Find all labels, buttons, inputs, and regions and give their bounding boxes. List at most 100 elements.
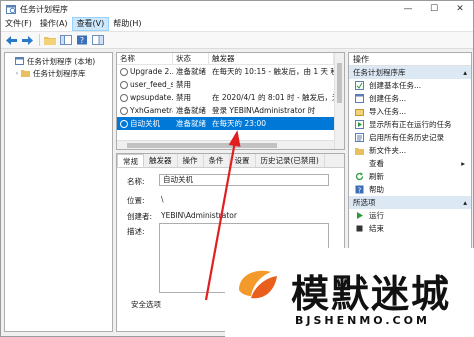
action-create-task[interactable]: 创建任务... [349, 92, 471, 105]
show-running-tasks-icon [355, 120, 364, 129]
menu-action[interactable]: 操作(A) [36, 17, 72, 31]
action-refresh[interactable]: 刷新 [349, 170, 471, 183]
title-bar[interactable]: 任务计划程序 — ☐ ✕ [1, 1, 473, 17]
actions-section-library[interactable]: 任务计划程序库 ▴ [349, 66, 471, 79]
task-scheduler-app-icon [6, 4, 16, 14]
actions-section-selected[interactable]: 所选项 ▴ [349, 196, 471, 209]
collapse-icon[interactable]: ▴ [463, 66, 467, 79]
task-name: Upgrade 2... [130, 67, 173, 76]
import-task-icon [355, 107, 364, 116]
action-label: 启用所有任务历史记录 [369, 133, 444, 142]
action-new-folder[interactable]: 新文件夹... [349, 144, 471, 157]
navigation-tree-pane: 任务计划程序 (本地) › 任务计划程序库 [4, 52, 113, 332]
scrollbar-thumb[interactable] [127, 143, 277, 148]
console-tree-icon[interactable] [59, 34, 73, 47]
actions-header: 操作 [349, 53, 471, 66]
menu-file[interactable]: 文件(F) [1, 17, 36, 31]
create-task-icon [355, 94, 364, 103]
column-header-status[interactable]: 状态 [173, 53, 209, 64]
action-enable-history[interactable]: 启用所有任务历史记录 [349, 131, 471, 144]
task-trigger: 在每天的 10:15 - 触发后，由 1 天 秒 [212, 67, 334, 76]
run-icon [355, 211, 364, 220]
properties-pane-icon[interactable] [91, 34, 105, 47]
column-header-name[interactable]: 名称 [117, 53, 173, 64]
watermark-subtitle: BJSHENMO.COM [295, 314, 430, 327]
task-trigger: 登录 YEBIN\Administrator 时 [212, 106, 316, 115]
tree-expand-arrow[interactable]: › [13, 70, 21, 77]
toolbar: ? [1, 32, 473, 49]
forward-arrow-icon[interactable] [20, 34, 34, 47]
name-field[interactable]: 自动关机 [159, 174, 329, 186]
tree-item-local-label: 任务计划程序 (本地) [27, 56, 96, 66]
task-name: user_feed_s... [130, 80, 173, 89]
tree-item-library-label: 任务计划程序库 [33, 68, 86, 78]
toolbar-separator [39, 34, 40, 46]
help-book-icon[interactable]: ? [75, 34, 89, 47]
tree-item-library[interactable]: › 任务计划程序库 [5, 67, 112, 79]
action-label: 新文件夹... [369, 146, 407, 155]
view-icon [355, 159, 364, 168]
action-show-running[interactable]: 显示所有正在运行的任务 [349, 118, 471, 131]
action-help[interactable]: ? 帮助 [349, 183, 471, 196]
svg-text:?: ? [358, 187, 362, 195]
end-icon [355, 224, 364, 233]
scrollbar-thumb[interactable] [337, 63, 342, 103]
action-label: 创建任务... [369, 94, 407, 103]
action-label: 导入任务... [369, 107, 407, 116]
column-header-trigger[interactable]: 触发器 [209, 53, 334, 64]
menu-help[interactable]: 帮助(H) [109, 17, 145, 31]
tab-general[interactable]: 常规 [117, 154, 144, 167]
tree-item-local[interactable]: 任务计划程序 (本地) [5, 55, 112, 67]
action-label: 结束 [369, 224, 384, 233]
close-button[interactable]: ✕ [447, 1, 473, 17]
tab-history[interactable]: 历史记录(已禁用) [256, 154, 325, 167]
tab-settings[interactable]: 设置 [230, 154, 256, 167]
maximize-button[interactable]: ☐ [421, 1, 447, 17]
tab-triggers[interactable]: 触发器 [144, 154, 178, 167]
actions-section-selected-label: 所选项 [353, 198, 376, 207]
task-name: wpsupdate... [130, 93, 173, 102]
task-list-header: 名称 状态 触发器 [117, 53, 344, 65]
scheduler-local-icon [15, 57, 24, 65]
site-watermark: 模默迷城 BJSHENMO.COM [225, 248, 474, 337]
minimize-button[interactable]: — [395, 1, 421, 17]
author-value: YEBIN\Administrator [161, 211, 237, 220]
action-end[interactable]: 结束 [349, 222, 471, 235]
task-list-horizontal-scrollbar[interactable] [117, 140, 334, 149]
back-arrow-icon[interactable] [4, 34, 18, 47]
table-row[interactable]: user_feed_s... 禁用 [117, 78, 344, 91]
table-row[interactable]: wpsupdate... 禁用 在 2020/4/1 的 8:01 时 - 触发… [117, 91, 344, 104]
task-clock-icon [120, 80, 128, 89]
menu-view[interactable]: 查看(V) [71, 17, 110, 31]
action-label: 创建基本任务... [369, 81, 422, 90]
task-clock-icon [120, 119, 128, 128]
security-options-label: 安全选项 [131, 300, 161, 309]
action-create-basic-task[interactable]: 创建基本任务... [349, 79, 471, 92]
task-list-vertical-scrollbar[interactable] [334, 53, 344, 149]
task-trigger: 在每天的 23:00 [212, 119, 266, 128]
actions-section-library-label: 任务计划程序库 [353, 68, 406, 77]
create-basic-task-icon [355, 81, 364, 90]
folder-up-icon[interactable] [43, 34, 57, 47]
watermark-logo-icon [239, 270, 277, 299]
task-name: YxhGametray [130, 106, 173, 115]
action-label: 运行 [369, 211, 384, 220]
action-view[interactable]: 查看 ▸ [349, 157, 471, 170]
location-value: \ [161, 195, 164, 204]
submenu-arrow-icon: ▸ [461, 159, 465, 168]
task-clock-icon [120, 67, 128, 76]
task-status: 禁用 [176, 93, 191, 102]
table-row-selected[interactable]: 自动关机 准备就绪 在每天的 23:00 [117, 117, 344, 130]
new-folder-icon [355, 146, 364, 155]
action-import-task[interactable]: 导入任务... [349, 105, 471, 118]
tab-conditions[interactable]: 条件 [204, 154, 230, 167]
action-run[interactable]: 运行 [349, 209, 471, 222]
name-label: 名称: [127, 177, 145, 186]
action-label: 帮助 [369, 185, 384, 194]
window-title: 任务计划程序 [20, 4, 68, 14]
tab-actions[interactable]: 操作 [178, 154, 204, 167]
table-row[interactable]: Upgrade 2... 准备就绪 在每天的 10:15 - 触发后，由 1 天… [117, 65, 344, 78]
collapse-icon[interactable]: ▴ [463, 196, 467, 209]
table-row[interactable]: YxhGametray 准备就绪 登录 YEBIN\Administrator … [117, 104, 344, 117]
action-label: 刷新 [369, 172, 384, 181]
